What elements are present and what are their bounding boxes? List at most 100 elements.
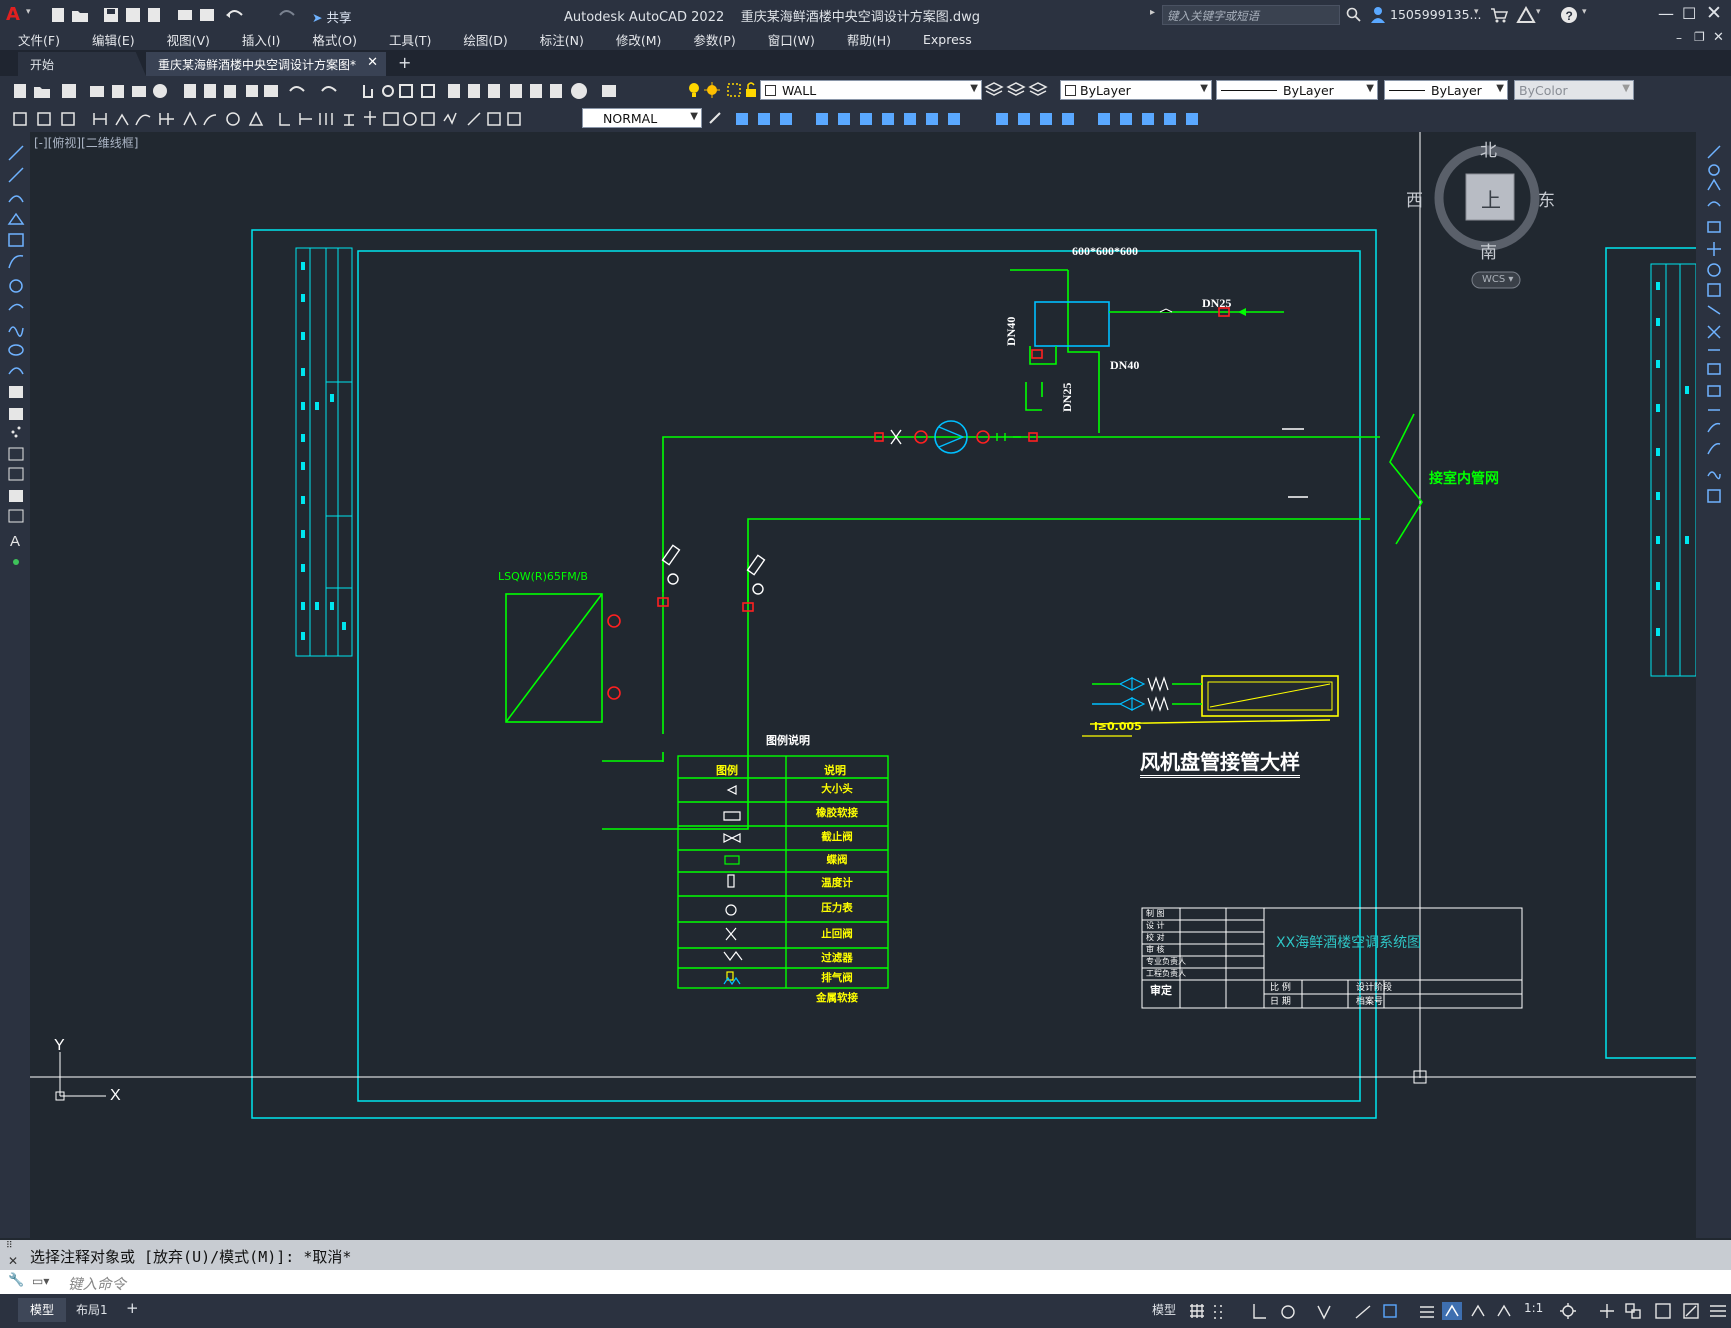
tb-approve-label: 审定 <box>1150 984 1172 997</box>
viewcube[interactable]: 北 南 西 东 上 WCS ▾ <box>1406 136 1562 304</box>
viewcube-south[interactable]: 南 <box>1480 238 1497 263</box>
legend-header-desc: 说明 <box>824 764 846 777</box>
command-input[interactable]: 键入命令 <box>68 1273 126 1294</box>
ucs-icon <box>55 1052 106 1101</box>
wcs-menu[interactable]: WCS ▾ <box>1482 274 1513 285</box>
status-right-icons[interactable] <box>1560 1302 1730 1320</box>
lineweight-value: ByLayer <box>1431 82 1482 98</box>
command-history-text: 选择注释对象或 [放弃(U)/模式(M)]: *取消* <box>30 1248 352 1266</box>
add-layout-icon[interactable]: + <box>126 1299 139 1317</box>
help-chevron-icon[interactable]: ▾ <box>1582 7 1587 17</box>
menu-bar: 文件(F) 编辑(E) 视图(V) 插入(I) 格式(O) 工具(T) 绘图(D… <box>0 28 1731 50</box>
tab-model[interactable]: 模型 <box>18 1298 67 1322</box>
status-toggles[interactable] <box>1188 1302 1558 1320</box>
tank-size-label: 600*600*600 <box>1072 244 1138 258</box>
modify-toolbar-side-icons[interactable] <box>1704 142 1726 562</box>
cart-icon[interactable] <box>1490 7 1508 23</box>
legend-item: 蝶阀 <box>826 854 848 866</box>
unit-model-label: LSQW(R)65FM/B <box>498 570 588 583</box>
layer-state-icons[interactable] <box>686 80 766 100</box>
cmd-close-icon[interactable]: ✕ <box>8 1254 18 1268</box>
drawing-canvas[interactable]: [-][俯视][二维线框] Y X 600*600*600 DN25 DN40 … <box>30 132 1696 1238</box>
plotstyle-dropdown[interactable]: ByColor ▼ <box>1514 80 1634 100</box>
layer-dropdown[interactable]: WALL ▼ <box>760 80 982 100</box>
linetype-dropdown[interactable]: ByLayer ▼ <box>1216 80 1378 100</box>
connect-network-label: 接室内管网 <box>1429 472 1499 487</box>
legend-item: 止回阀 <box>821 928 853 940</box>
modify-toolbar-icons[interactable] <box>706 109 1216 129</box>
legend-header-symbol: 图例 <box>716 764 738 777</box>
new-tab-icon[interactable]: + <box>398 53 411 72</box>
menu-draw[interactable]: 绘图(D) <box>445 30 521 49</box>
dimension-toolbar-icons[interactable] <box>8 109 578 129</box>
tb-label: 校 对 <box>1146 933 1165 942</box>
viewcube-north[interactable]: 北 <box>1480 136 1497 161</box>
menu-modify[interactable]: 修改(M) <box>598 30 676 49</box>
maximize-button[interactable]: ☐ <box>1682 4 1696 23</box>
doc-minimize-button[interactable]: – <box>1676 31 1682 45</box>
draw-toolbar-icons[interactable]: A <box>5 142 27 612</box>
linetype-value: ByLayer <box>1283 82 1334 98</box>
close-button[interactable]: ✕ <box>1706 2 1722 24</box>
plotstyle-value: ByColor <box>1519 82 1568 98</box>
viewcube-east[interactable]: 东 <box>1538 186 1555 211</box>
model-space-toggle[interactable]: 模型 <box>1152 1301 1176 1318</box>
apps-chevron-icon[interactable]: ▾ <box>1536 7 1541 17</box>
tab-start[interactable]: 开始 <box>18 52 146 76</box>
menu-express[interactable]: Express <box>905 32 986 47</box>
search-expand-icon[interactable]: ▸ <box>1150 7 1155 18</box>
search-icon[interactable] <box>1346 7 1362 23</box>
lineweight-dropdown[interactable]: ByLayer ▼ <box>1384 80 1508 100</box>
command-line: 🔧 ▭▾ 键入命令 <box>0 1270 1731 1294</box>
help-icon[interactable]: ? <box>1560 5 1580 25</box>
tab-active-drawing[interactable]: 重庆某海鲜酒楼中央空调设计方案图* ✕ <box>146 52 386 76</box>
titleblock-left-labels: 制 图 设 计 校 对 审 核 专业负责人 工程负责人 <box>1146 908 1186 980</box>
doc-restore-button[interactable]: ❐ <box>1694 30 1705 44</box>
quick-access-toolbar[interactable] <box>50 6 310 24</box>
app-logo-icon[interactable]: A <box>6 4 20 25</box>
menu-edit[interactable]: 编辑(E) <box>74 30 149 49</box>
user-chevron-icon[interactable]: ▾ <box>1474 7 1479 17</box>
dimstyle-dropdown[interactable]: NORMAL ▼ <box>582 108 702 128</box>
color-swatch <box>1065 84 1076 96</box>
cmd-settings-icon[interactable]: 🔧 <box>8 1273 24 1288</box>
menu-parametric[interactable]: 参数(P) <box>675 30 749 49</box>
menu-dimension[interactable]: 标注(N) <box>522 30 598 49</box>
svg-text:X: X <box>110 1087 121 1104</box>
tb-label: 设 计 <box>1146 921 1165 930</box>
share-button[interactable]: ➤ 共享 <box>312 7 351 26</box>
menu-window[interactable]: 窗口(W) <box>750 30 829 49</box>
user-name[interactable]: 1505999135... <box>1390 7 1481 22</box>
legend-symbols <box>723 785 743 986</box>
standard-toolbar-icons[interactable] <box>8 81 678 101</box>
gauges <box>661 544 766 595</box>
title-block-grid <box>1141 907 1523 1009</box>
layer-tools-icons[interactable] <box>984 81 1052 99</box>
menu-format[interactable]: 格式(O) <box>294 30 371 49</box>
annotation-scale[interactable]: 1:1 <box>1524 1301 1543 1315</box>
viewcube-top-face[interactable]: 上 <box>1481 184 1501 213</box>
viewcube-west[interactable]: 西 <box>1406 186 1423 211</box>
document-tab-bar: 开始 重庆某海鲜酒楼中央空调设计方案图* ✕ + <box>0 50 1731 76</box>
cmd-grip-icon[interactable]: ⠿ <box>6 1242 13 1251</box>
tab-close-icon[interactable]: ✕ <box>367 55 378 70</box>
autodesk-app-icon[interactable] <box>1516 6 1536 24</box>
doc-close-button[interactable]: ✕ <box>1713 30 1724 45</box>
tab-layout1[interactable]: 布局1 <box>66 1298 118 1322</box>
menu-view[interactable]: 视图(V) <box>149 30 224 49</box>
cmd-recent-icon[interactable]: ▭▾ <box>32 1274 49 1288</box>
menu-tools[interactable]: 工具(T) <box>371 30 445 49</box>
legend-item: 温度计 <box>821 877 853 889</box>
menu-insert[interactable]: 插入(I) <box>224 30 294 49</box>
layer-name: WALL <box>782 82 817 98</box>
minimize-button[interactable]: — <box>1658 4 1674 23</box>
menu-help[interactable]: 帮助(H) <box>829 30 905 49</box>
color-dropdown[interactable]: ByLayer ▼ <box>1060 80 1212 100</box>
search-input[interactable]: 键入关键字或短语 <box>1162 5 1340 25</box>
toolbar-row-1: WALL ▼ ByLayer ▼ ByLayer ▼ ByLayer ▼ ByColor… <box>0 76 1731 104</box>
app-menu-chevron-icon[interactable]: ▾ <box>26 7 31 17</box>
tab-active-label: 重庆某海鲜酒楼中央空调设计方案图* <box>158 57 357 72</box>
user-icon[interactable] <box>1370 6 1386 24</box>
menu-file[interactable]: 文件(F) <box>0 30 74 49</box>
svg-text:Y: Y <box>54 1037 65 1054</box>
